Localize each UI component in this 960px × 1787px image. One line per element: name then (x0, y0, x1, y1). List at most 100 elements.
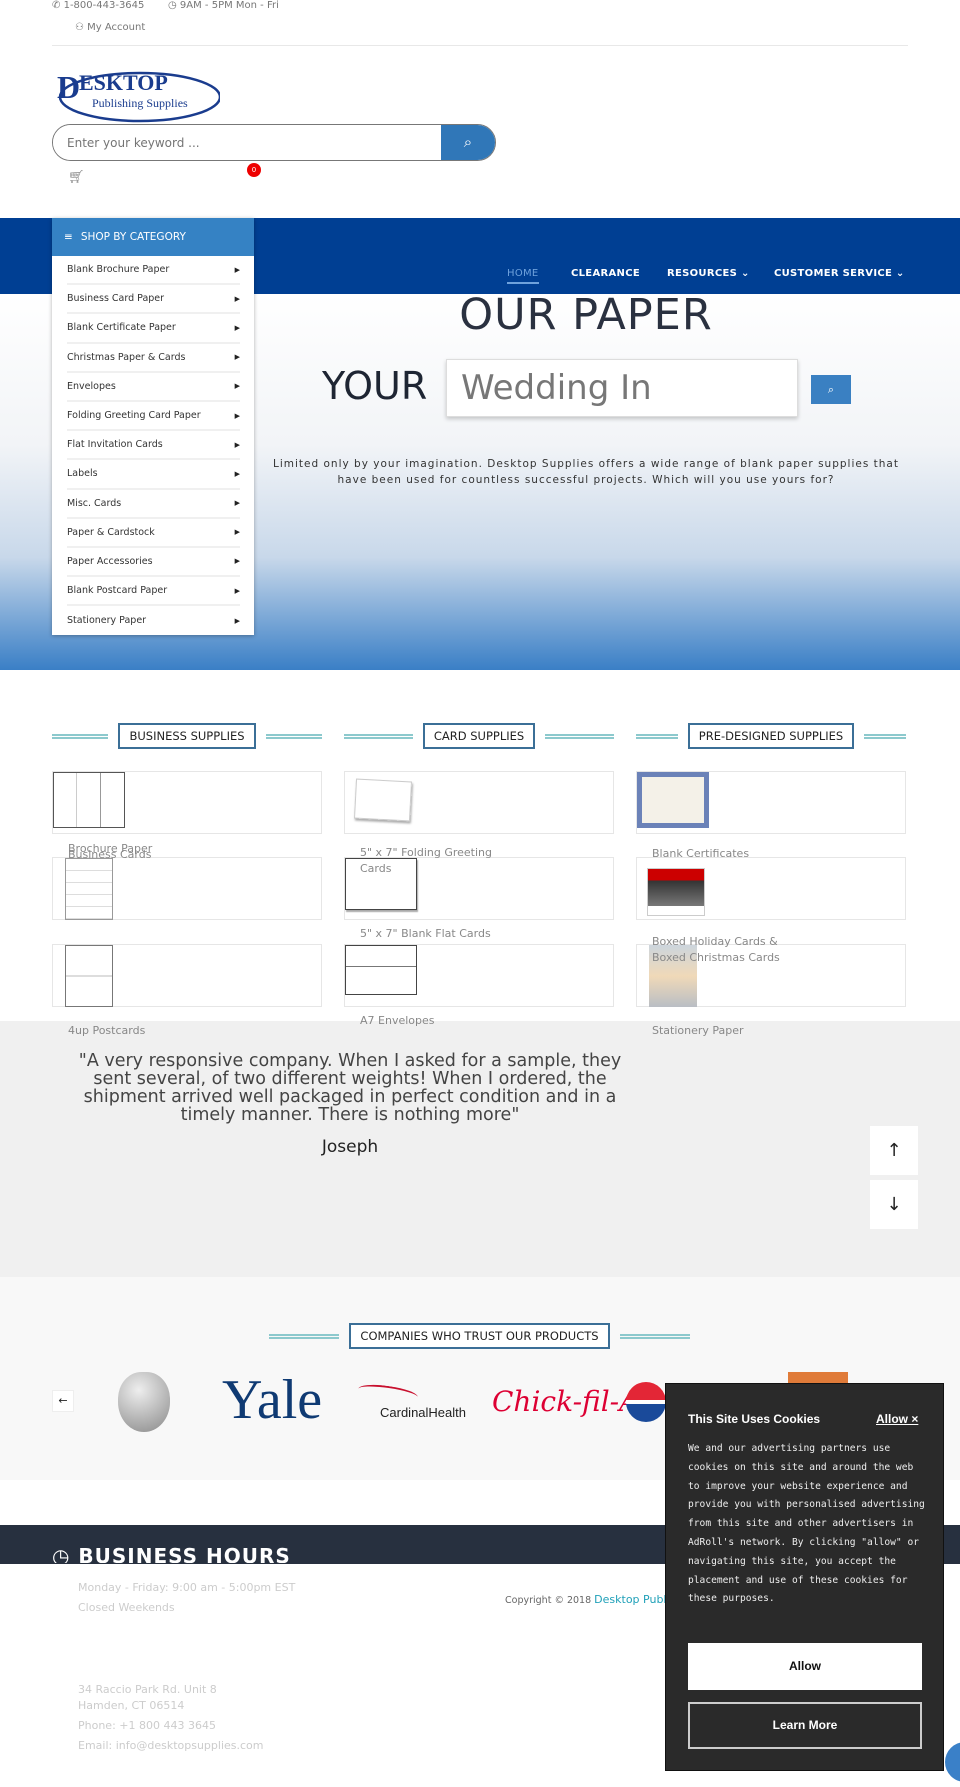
cookie-learn-more-button[interactable]: Learn More (688, 1702, 922, 1749)
category-item[interactable]: Blank Certificate Paper ▶ (67, 314, 240, 344)
nav-resources-label: RESOURCES (667, 268, 738, 279)
product-label[interactable]: Stationery Paper (652, 1023, 802, 1039)
search-input[interactable] (53, 125, 441, 160)
caret-right-icon: ▶ (234, 469, 240, 478)
category-item-label: Christmas Paper & Cards (67, 351, 186, 363)
category-item[interactable]: Labels ▶ (67, 460, 240, 490)
hours-weekends: Closed Weekends (78, 1601, 175, 1614)
category-menu-title: SHOP BY CATEGORY (80, 231, 186, 243)
caret-right-icon: ▶ (234, 557, 240, 566)
product-label[interactable]: Business Cards (68, 847, 218, 863)
svg-text:Publishing Supplies: Publishing Supplies (92, 96, 188, 110)
search-button[interactable]: ⌕ (441, 125, 495, 160)
product-card[interactable] (344, 771, 614, 834)
section-heading: PRE-DESIGNED SUPPLIES (636, 723, 906, 749)
nav-resources[interactable]: RESOURCES ⌄ (667, 268, 750, 279)
address-line2: Hamden, CT 06514 (78, 1699, 185, 1712)
category-menu-header[interactable]: ≡ SHOP BY CATEGORY (52, 218, 254, 256)
companies-prev-button[interactable]: ← (52, 1390, 74, 1412)
hero-typed-text: Wedding In (446, 359, 798, 417)
cardinal-health-logo: CardinalHealth (380, 1405, 466, 1420)
category-item-label: Paper Accessories (67, 555, 153, 567)
svg-text:ESKTOP: ESKTOP (79, 70, 168, 95)
category-item-label: Blank Postcard Paper (67, 585, 168, 597)
product-label[interactable]: Boxed Holiday Cards & Boxed Christmas Ca… (652, 934, 802, 966)
caret-right-icon: ▶ (234, 528, 240, 537)
product-card[interactable] (52, 944, 322, 1007)
my-account-label: My Account (87, 22, 146, 33)
logo[interactable]: D ESKTOP Publishing Supplies (55, 64, 222, 124)
search-icon: ⌕ (827, 383, 835, 396)
business-hours-heading: ◷ BUSINESS HOURS (52, 1544, 291, 1563)
hours-text: 9AM - 5PM Mon - Fri (179, 0, 279, 11)
category-item-label: Paper & Cardstock (67, 526, 155, 538)
product-label[interactable]: A7 Envelopes (360, 1013, 510, 1029)
category-menu: ≡ SHOP BY CATEGORY Blank Brochure Paper ▶ B… (52, 218, 254, 636)
clock-icon: ◷ (52, 1544, 71, 1563)
product-card[interactable] (52, 857, 322, 920)
product-label[interactable]: Blank Certificates (652, 846, 802, 862)
product-label[interactable]: 5" x 7" Blank Flat Cards (360, 926, 510, 942)
category-item-label: Stationery Paper (67, 615, 147, 627)
product-card[interactable] (636, 857, 906, 920)
category-item[interactable]: Misc. Cards ▶ (67, 490, 240, 519)
category-item[interactable]: Paper Accessories ▶ (67, 548, 240, 578)
nav-home[interactable]: HOME (507, 268, 539, 284)
category-item[interactable]: Blank Brochure Paper ▶ (67, 256, 240, 286)
phone-icon: ✆ (52, 0, 61, 11)
cart-icon[interactable]: 🛒︎ (68, 170, 85, 185)
caret-right-icon: ▶ (234, 499, 240, 508)
cookie-banner: This Site Uses Cookies Allow × We and ou… (665, 1383, 944, 1771)
footer-phone: Phone: +1 800 443 3645 (78, 1719, 216, 1732)
section-heading: CARD SUPPLIES (344, 723, 615, 749)
product-card[interactable] (344, 944, 614, 1007)
category-item[interactable]: Stationery Paper ▶ (67, 606, 240, 635)
section-title: PRE-DESIGNED SUPPLIES (687, 723, 855, 749)
yale-logo: Yale (222, 1369, 323, 1431)
section-title: CARD SUPPLIES (422, 723, 536, 749)
category-item[interactable]: Folding Greeting Card Paper ▶ (67, 402, 240, 432)
cookie-close-allow[interactable]: Allow × (876, 1412, 918, 1426)
cookie-allow-button[interactable]: Allow (688, 1643, 922, 1690)
category-item[interactable]: Paper & Cardstock ▶ (67, 519, 240, 548)
divider (269, 1333, 340, 1339)
divider (864, 733, 906, 739)
testimonial-author: Joseph (321, 1137, 379, 1157)
product-label[interactable]: 5" x 7" Folding Greeting Cards (360, 845, 510, 877)
testimonial-prev-button[interactable]: ↑ (870, 1126, 918, 1175)
user-icon: ⚇ (75, 22, 84, 33)
category-item[interactable]: Envelopes ▶ (67, 373, 240, 402)
companies-title: COMPANIES WHO TRUST OUR PRODUCTS (349, 1323, 610, 1349)
divider (545, 733, 615, 739)
category-item[interactable]: Business Card Paper ▶ (67, 285, 240, 315)
category-item[interactable]: Christmas Paper & Cards ▶ (67, 344, 240, 373)
category-item-label: Business Card Paper (67, 293, 165, 305)
product-card[interactable] (636, 771, 906, 834)
hero-search-button[interactable]: ⌕ (811, 375, 851, 404)
hours-info: ◷ 9AM - 5PM Mon - Fri (168, 0, 279, 11)
product-label[interactable]: 4up Postcards (68, 1023, 218, 1039)
copyright: Copyright © 2018 Desktop Publ (505, 1593, 666, 1606)
category-item-label: Labels (67, 468, 98, 480)
chick-fil-a-logo: Chick-fil-A (492, 1385, 640, 1418)
product-card[interactable] (52, 771, 322, 834)
divider (344, 733, 413, 739)
nav-customer-service[interactable]: CUSTOMER SERVICE ⌄ (774, 268, 905, 279)
caret-right-icon: ▶ (234, 294, 240, 303)
caret-right-icon: ▶ (234, 382, 240, 391)
category-item[interactable]: Blank Postcard Paper ▶ (67, 577, 240, 607)
phone-info: ✆ 1-800-443-3645 (52, 0, 144, 11)
companies-heading: COMPANIES WHO TRUST OUR PRODUCTS (266, 1323, 693, 1349)
category-item-label: Misc. Cards (67, 497, 122, 509)
chat-button[interactable] (945, 1742, 960, 1782)
footer-email[interactable]: Email: info@desktopsupplies.com (78, 1739, 264, 1752)
category-item[interactable]: Flat Invitation Cards ▶ (67, 431, 240, 461)
pepsi-logo (626, 1382, 666, 1422)
cookie-title: This Site Uses Cookies (688, 1412, 821, 1426)
copyright-link[interactable]: Desktop Publ (594, 1593, 666, 1606)
divider (52, 733, 109, 739)
my-account-link[interactable]: ⚇ My Account (75, 22, 145, 33)
nav-clearance[interactable]: CLEARANCE (571, 268, 640, 279)
testimonial-next-button[interactable]: ↓ (870, 1180, 918, 1229)
copyright-text: Copyright © 2018 (505, 1595, 592, 1606)
